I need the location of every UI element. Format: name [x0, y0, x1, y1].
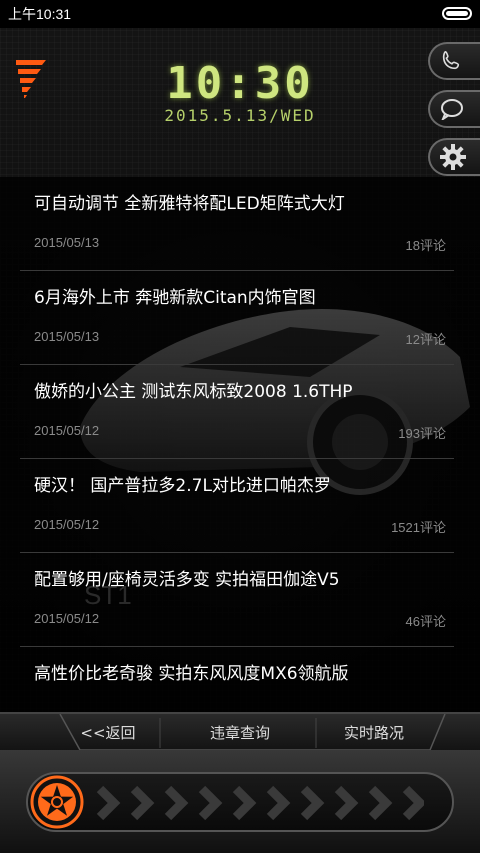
news-date: 2015/05/12 [34, 517, 100, 532]
violation-query-button[interactable]: 违章查询 [200, 722, 280, 743]
news-item[interactable]: 硬汉！ 国产普拉多2.7L对比进口帕杰罗 2015/05/12 1521评论 [20, 459, 454, 553]
news-title: 硬汉！ 国产普拉多2.7L对比进口帕杰罗 [34, 476, 331, 496]
message-button[interactable] [428, 90, 480, 128]
news-item[interactable]: 傲娇的小公主 测试东风标致2008 1.6THP 2015/05/12 193评… [20, 365, 454, 459]
news-item[interactable]: 配置够用/座椅灵活多变 实拍福田伽途V5 2015/05/12 46评论 [20, 553, 454, 647]
traffic-button[interactable]: 实时路况 [334, 722, 414, 743]
news-item[interactable]: 可自动调节 全新雅特将配LED矩阵式大灯 2015/05/13 18评论 [20, 177, 454, 271]
battery-icon [442, 7, 472, 20]
gear-icon [440, 144, 466, 170]
brand-logo-icon [16, 60, 46, 98]
news-list[interactable]: ST1 可自动调节 全新雅特将配LED矩阵式大灯 2015/05/13 18评论… [0, 177, 480, 725]
news-title: 高性价比老奇骏 实拍东风风度MX6领航版 [34, 664, 349, 684]
status-time: 上午10:31 [8, 6, 72, 22]
settings-button[interactable] [428, 138, 480, 176]
message-icon [441, 99, 463, 120]
news-comments: 46评论 [405, 614, 446, 629]
bottom-nav: <<返回 违章查询 实时路况 [0, 712, 480, 752]
clock-time: 10:30 [166, 58, 314, 109]
slide-arrows-icon [96, 785, 424, 821]
back-button[interactable]: <<返回 [80, 722, 136, 743]
news-comments: 18评论 [405, 238, 446, 253]
news-date: 2015/05/12 [34, 423, 100, 438]
news-comments: 1521评论 [391, 520, 446, 535]
news-date: 2015/05/13 [34, 329, 100, 344]
news-date: 2015/05/13 [34, 235, 100, 250]
news-comments: 193评论 [398, 426, 446, 441]
news-title: 配置够用/座椅灵活多变 实拍福田伽途V5 [34, 570, 340, 590]
news-title: 6月海外上市 奔驰新款Citan内饰官图 [34, 288, 316, 308]
news-title: 可自动调节 全新雅特将配LED矩阵式大灯 [34, 194, 345, 214]
phone-icon [442, 51, 460, 70]
clock-date: 2015.5.13/WED [164, 106, 316, 125]
phone-button[interactable] [428, 42, 480, 80]
news-title: 傲娇的小公主 测试东风标致2008 1.6THP [34, 382, 353, 402]
news-item[interactable]: 6月海外上市 奔驰新款Citan内饰官图 2015/05/13 12评论 [20, 271, 454, 365]
news-comments: 12评论 [405, 332, 446, 347]
status-bar: 上午10:31 [0, 0, 480, 28]
wheel-icon[interactable] [30, 775, 84, 829]
news-date: 2015/05/12 [34, 611, 100, 626]
